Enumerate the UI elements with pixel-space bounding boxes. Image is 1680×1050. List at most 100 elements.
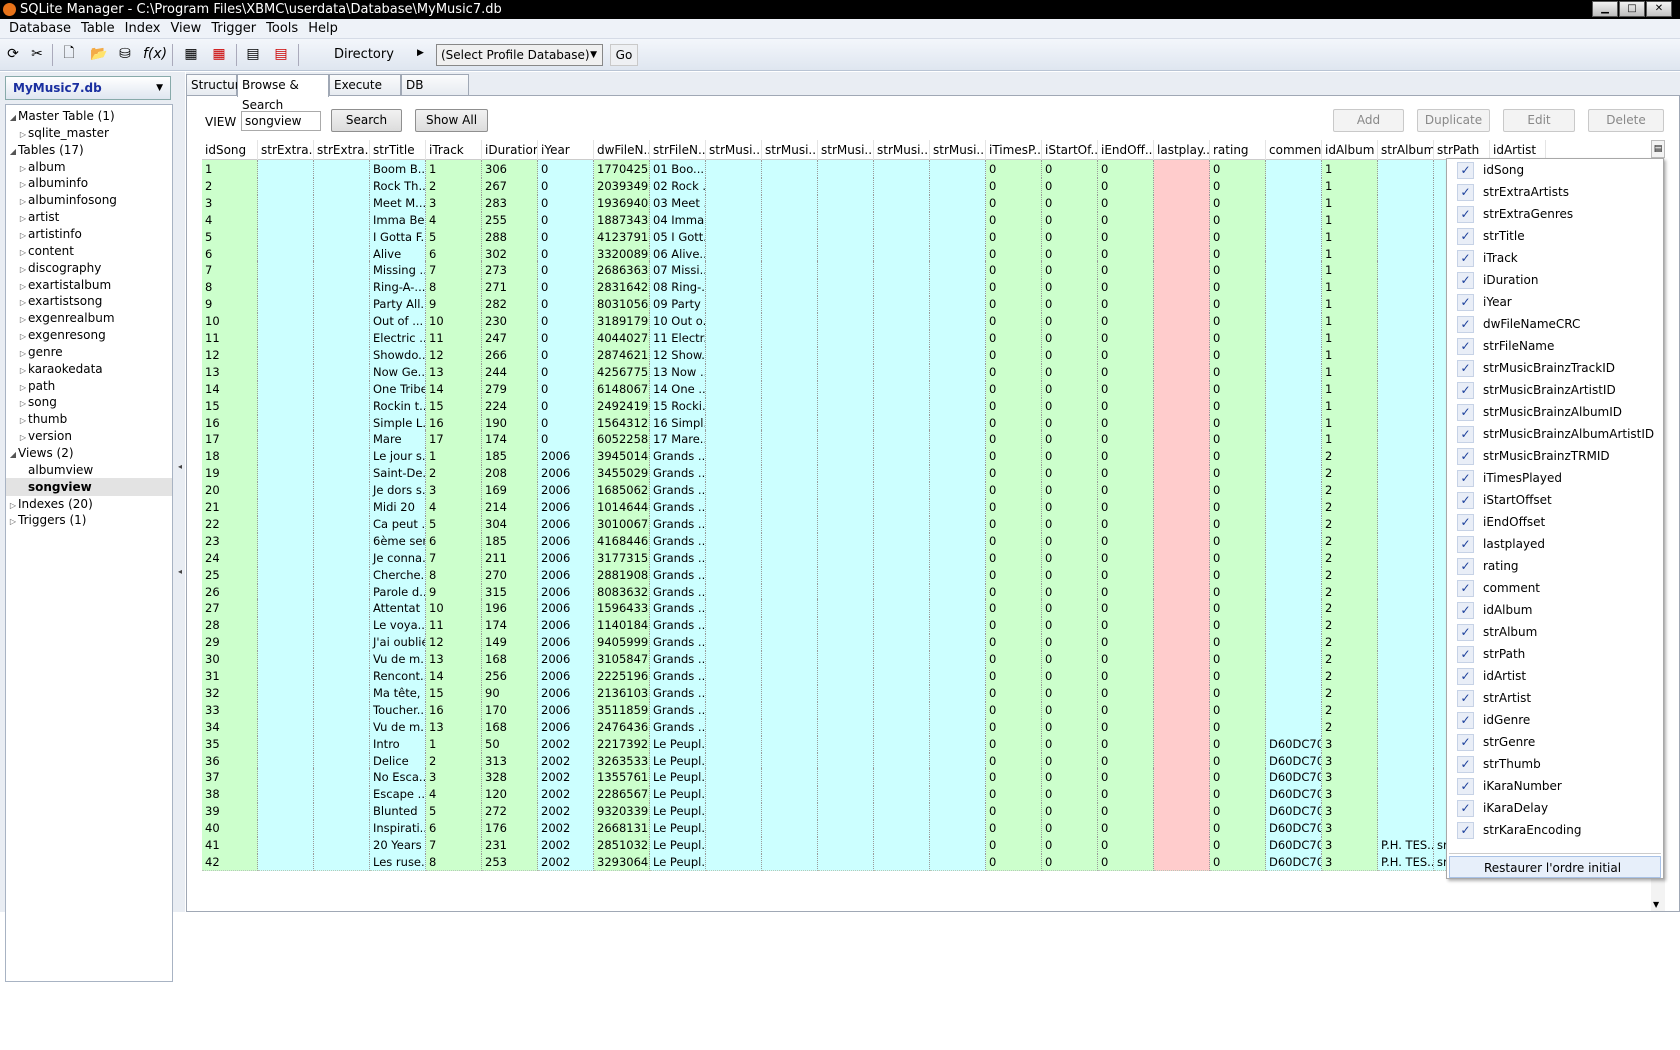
table-cell[interactable]: [706, 683, 762, 702]
table-cell[interactable]: [1266, 531, 1322, 550]
table-cell[interactable]: [706, 345, 762, 364]
table-cell[interactable]: [762, 481, 818, 500]
table-cell[interactable]: 29: [202, 633, 258, 652]
table-cell[interactable]: 0: [1098, 345, 1154, 364]
table-cell[interactable]: 3: [426, 193, 482, 212]
table-cell[interactable]: 11: [426, 616, 482, 635]
table-cell[interactable]: 2: [1322, 717, 1378, 736]
table-cell[interactable]: 3293064...: [594, 852, 650, 871]
table-cell[interactable]: [1154, 768, 1210, 787]
table-cell[interactable]: 05 I Gott...: [650, 227, 706, 246]
table-cell[interactable]: 3189179...: [594, 312, 650, 331]
show-all-button[interactable]: Show All: [415, 109, 488, 132]
table-cell[interactable]: 2002: [538, 836, 594, 854]
table-cell[interactable]: Grands ...: [650, 548, 706, 567]
table-cell[interactable]: 0: [1210, 650, 1266, 669]
table-cell[interactable]: 0: [1042, 616, 1098, 635]
table-cell[interactable]: [818, 160, 874, 178]
table-cell[interactable]: [258, 819, 314, 838]
table-cell[interactable]: [1378, 734, 1434, 753]
table-cell[interactable]: [258, 599, 314, 618]
table-cell[interactable]: [874, 176, 930, 195]
column-toggle-item[interactable]: ✓ iKaraNumber: [1449, 776, 1661, 797]
table-cell[interactable]: [1266, 548, 1322, 567]
table-cell[interactable]: [258, 160, 314, 178]
table-cell[interactable]: 0: [1098, 650, 1154, 669]
table-cell[interactable]: [874, 362, 930, 381]
tree-item[interactable]: ▷ Triggers (1): [6, 511, 172, 529]
table-cell[interactable]: [1154, 193, 1210, 212]
table-cell[interactable]: [1378, 160, 1434, 178]
table-cell[interactable]: [874, 548, 930, 567]
table-cell[interactable]: 2002: [538, 802, 594, 821]
table-cell[interactable]: 0: [538, 244, 594, 263]
table-cell[interactable]: [314, 667, 370, 685]
table-cell[interactable]: [1154, 464, 1210, 483]
table-cell[interactable]: 0: [1042, 329, 1098, 347]
table-cell[interactable]: [762, 836, 818, 854]
table-cell[interactable]: [706, 362, 762, 381]
table-cell[interactable]: [818, 565, 874, 584]
table-cell[interactable]: [1154, 227, 1210, 246]
table-cell[interactable]: [314, 329, 370, 347]
table-cell[interactable]: 0: [538, 261, 594, 280]
table-cell[interactable]: 7: [426, 261, 482, 280]
table-cell[interactable]: 0: [1042, 548, 1098, 567]
table-cell[interactable]: [706, 650, 762, 669]
table-cell[interactable]: [874, 210, 930, 229]
table-cell[interactable]: 2006: [538, 498, 594, 516]
column-toggle-item[interactable]: ✓ strExtraArtists: [1449, 182, 1661, 203]
table-cell[interactable]: D60DC70F: [1266, 836, 1322, 854]
table-cell[interactable]: 25: [202, 565, 258, 584]
table-cell[interactable]: 0: [986, 616, 1042, 635]
table-cell[interactable]: Parole d...: [370, 582, 426, 601]
table-cell[interactable]: [1378, 667, 1434, 685]
table-cell[interactable]: [874, 802, 930, 821]
column-toggle-item[interactable]: ✓ rating: [1449, 556, 1661, 577]
table-cell[interactable]: [930, 345, 986, 364]
table-cell[interactable]: 313: [482, 751, 538, 770]
table-cell[interactable]: 0: [986, 430, 1042, 449]
table-cell[interactable]: [1378, 548, 1434, 567]
table-cell[interactable]: [874, 565, 930, 584]
table-cell[interactable]: 149: [482, 633, 538, 652]
table-cell[interactable]: 0: [1210, 244, 1266, 263]
table-cell[interactable]: [706, 481, 762, 500]
table-cell[interactable]: Electric ...: [370, 329, 426, 347]
table-cell[interactable]: 0: [1210, 160, 1266, 178]
table-cell[interactable]: [762, 785, 818, 804]
table-cell[interactable]: [762, 667, 818, 685]
table-cell[interactable]: 0: [1098, 329, 1154, 347]
table-cell[interactable]: Showdo...: [370, 345, 426, 364]
table-cell[interactable]: 0: [538, 312, 594, 331]
table-cell[interactable]: 1: [1322, 396, 1378, 415]
table-cell[interactable]: [1378, 413, 1434, 432]
table-cell[interactable]: [762, 447, 818, 466]
table-cell[interactable]: [762, 160, 818, 178]
table-cell[interactable]: 34: [202, 717, 258, 736]
tree-item[interactable]: ▷ thumb: [6, 410, 172, 428]
table-cell[interactable]: 2: [1322, 447, 1378, 466]
table-cell[interactable]: 0: [986, 819, 1042, 838]
checkmark-icon[interactable]: ✓: [1457, 624, 1474, 641]
table-cell[interactable]: [818, 295, 874, 314]
table-cell[interactable]: [258, 498, 314, 516]
table-cell[interactable]: [818, 700, 874, 719]
table-cell[interactable]: 0: [1042, 379, 1098, 398]
table-cell[interactable]: 0: [1210, 700, 1266, 719]
table-cell[interactable]: [762, 565, 818, 584]
table-cell[interactable]: 13 Now ...: [650, 362, 706, 381]
table-cell[interactable]: 230: [482, 312, 538, 331]
table-cell[interactable]: [706, 700, 762, 719]
table-cell[interactable]: 0: [986, 565, 1042, 584]
table-cell[interactable]: [258, 295, 314, 314]
table-cell[interactable]: [1266, 464, 1322, 483]
column-header[interactable]: iTrack: [426, 140, 482, 160]
table-cell[interactable]: [818, 734, 874, 753]
table-cell[interactable]: [314, 430, 370, 449]
table-cell[interactable]: 1: [1322, 362, 1378, 381]
table-cell[interactable]: 3: [1322, 751, 1378, 770]
table-cell[interactable]: [314, 160, 370, 178]
table-cell[interactable]: 0: [1098, 785, 1154, 804]
table-cell[interactable]: 0: [1210, 498, 1266, 516]
